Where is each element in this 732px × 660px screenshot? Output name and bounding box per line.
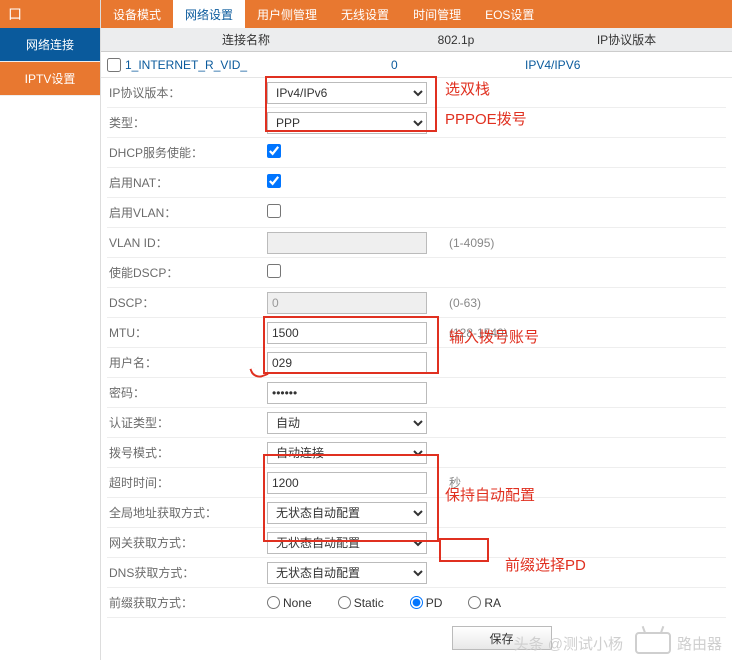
col-conn-name: 连接名称 — [101, 31, 391, 48]
label-nat: 启用NAT： — [107, 174, 267, 191]
label-password: 密码： — [107, 384, 267, 401]
label-global-addr: 全局地址获取方式： — [107, 504, 267, 521]
hint-vlanid: (1-4095) — [437, 236, 726, 250]
label-mtu: MTU： — [107, 324, 267, 341]
select-type[interactable]: PPP — [267, 112, 427, 134]
label-dns: DNS获取方式： — [107, 564, 267, 581]
label-auth: 认证类型： — [107, 414, 267, 431]
top-tabs: 设备模式 网络设置 用户侧管理 无线设置 时间管理 EOS设置 — [101, 0, 732, 28]
label-dscp: DSCP： — [107, 294, 267, 311]
radio-static[interactable]: Static — [338, 596, 384, 610]
col-8021p: 802.1p — [391, 33, 521, 47]
input-timeout[interactable] — [267, 472, 427, 494]
hint-mtu: (128-1540) — [437, 326, 726, 340]
router-icon — [635, 632, 671, 654]
select-global-addr[interactable]: 无状态自动配置 — [267, 502, 427, 524]
checkbox-nat[interactable] — [267, 174, 281, 188]
watermark: 头条 @测试小杨 路由器 — [514, 632, 722, 654]
table-header: 连接名称 802.1p IP协议版本 — [101, 28, 732, 52]
label-timeout: 超时时间： — [107, 474, 267, 491]
input-dscp[interactable] — [267, 292, 427, 314]
radio-none[interactable]: None — [267, 596, 312, 610]
connection-name: 1_INTERNET_R_VID_ — [125, 58, 247, 72]
label-type: 类型： — [107, 114, 267, 131]
select-dns[interactable]: 无状态自动配置 — [267, 562, 427, 584]
select-dial[interactable]: 自动连接 — [267, 442, 427, 464]
checkbox-vlan[interactable] — [267, 204, 281, 218]
label-username: 用户名： — [107, 354, 267, 371]
connection-checkbox[interactable] — [107, 58, 121, 72]
label-vlan-enable: 启用VLAN： — [107, 204, 267, 221]
sidebar-item-iptv[interactable]: IPTV设置 — [0, 62, 100, 96]
label-gateway: 网关获取方式： — [107, 534, 267, 551]
col-ipver: IP协议版本 — [521, 31, 732, 48]
tab-user-mgmt[interactable]: 用户侧管理 — [245, 0, 329, 28]
radio-ra[interactable]: RA — [468, 596, 501, 610]
logo-corner: 口 — [0, 0, 100, 28]
radio-pd[interactable]: PD — [410, 596, 443, 610]
tab-time-mgmt[interactable]: 时间管理 — [401, 0, 473, 28]
label-dscp-enable: 使能DSCP： — [107, 264, 267, 281]
select-auth[interactable]: 自动 — [267, 412, 427, 434]
tab-device-mode[interactable]: 设备模式 — [101, 0, 173, 28]
checkbox-dscp[interactable] — [267, 264, 281, 278]
label-vlanid: VLAN ID： — [107, 234, 267, 251]
tab-network-settings[interactable]: 网络设置 — [173, 0, 245, 28]
label-prefix: 前缀获取方式： — [107, 594, 267, 611]
connection-row[interactable]: 1_INTERNET_R_VID_ 0 IPV4/IPV6 — [101, 52, 732, 78]
select-gateway[interactable]: 无状态自动配置 — [267, 532, 427, 554]
connection-ipver: IPV4/IPV6 — [521, 58, 732, 72]
input-mtu[interactable] — [267, 322, 427, 344]
sidebar-item-network[interactable]: 网络连接 — [0, 28, 100, 62]
tab-wireless[interactable]: 无线设置 — [329, 0, 401, 28]
input-vlanid[interactable] — [267, 232, 427, 254]
checkbox-dhcp[interactable] — [267, 144, 281, 158]
tab-eos[interactable]: EOS设置 — [473, 0, 546, 28]
label-ipver: IP协议版本： — [107, 84, 267, 101]
select-ipver[interactable]: IPv4/IPv6 — [267, 82, 427, 104]
input-username[interactable] — [267, 352, 427, 374]
connection-8021p: 0 — [391, 58, 521, 72]
label-dial: 拨号模式： — [107, 444, 267, 461]
label-dhcp: DHCP服务使能： — [107, 144, 267, 161]
input-password[interactable] — [267, 382, 427, 404]
hint-dscp: (0-63) — [437, 296, 726, 310]
unit-timeout: 秒 — [437, 474, 726, 491]
